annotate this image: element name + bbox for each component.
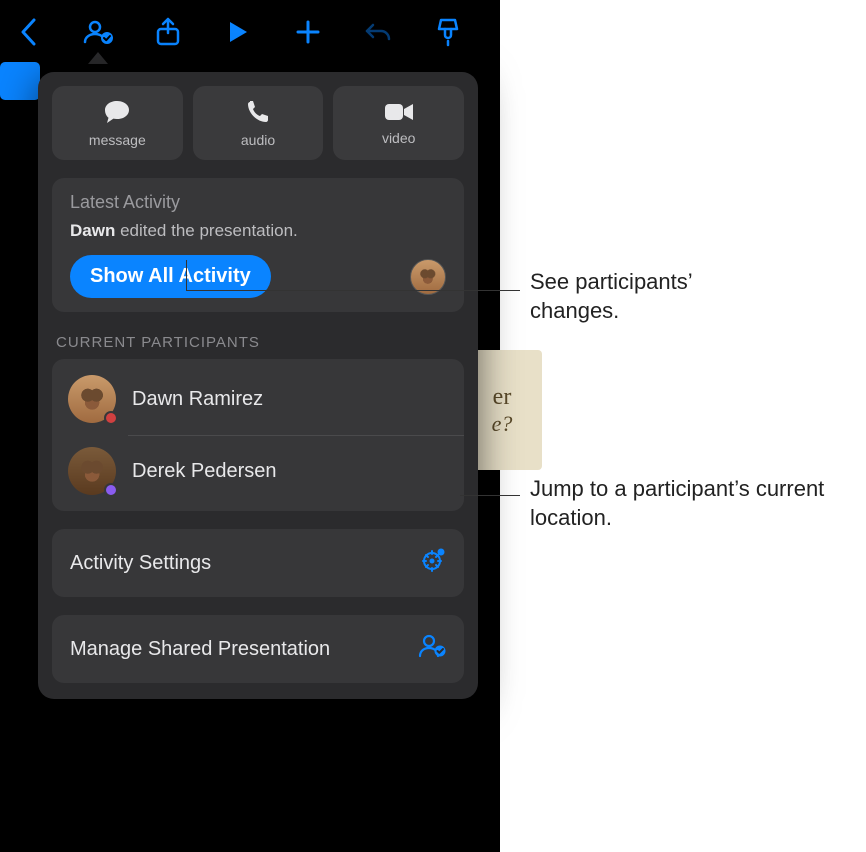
popover-caret (88, 52, 108, 64)
participants-list: Dawn Ramirez Derek Pedersen (52, 359, 464, 511)
latest-activity-section: Latest Activity Dawn edited the presenta… (52, 178, 464, 312)
video-button[interactable]: video (333, 86, 464, 160)
gear-dot-icon (420, 547, 446, 579)
callout-jump-location: Jump to a participant’s current location… (530, 475, 850, 532)
play-button[interactable] (222, 16, 254, 48)
top-toolbar (0, 0, 500, 60)
manage-shared-presentation-button[interactable]: Manage Shared Presentation (52, 615, 464, 683)
callout-leader (186, 290, 520, 291)
callout-leader (186, 260, 187, 290)
message-label: message (89, 132, 146, 148)
sidebar-tab-indicator (0, 62, 40, 100)
format-brush-button[interactable] (432, 16, 464, 48)
participant-name: Derek Pedersen (132, 460, 277, 483)
message-icon (102, 99, 132, 128)
audio-label: audio (241, 132, 275, 148)
collaboration-popover: message audio video Latest Activity Dawn… (38, 72, 478, 699)
share-button[interactable] (152, 16, 184, 48)
audio-button[interactable]: audio (193, 86, 324, 160)
add-button[interactable] (292, 16, 324, 48)
current-participants-header: CURRENT PARTICIPANTS (56, 334, 460, 351)
show-all-activity-button[interactable]: Show All Activity (70, 255, 271, 298)
manage-shared-label: Manage Shared Presentation (70, 638, 330, 661)
video-icon (383, 101, 415, 126)
device-frame: er e? message audio video (0, 0, 500, 852)
activity-settings-button[interactable]: Activity Settings (52, 529, 464, 597)
latest-activity-rest: edited the presentation. (115, 221, 297, 240)
back-button[interactable] (12, 16, 44, 48)
phone-icon (245, 99, 271, 128)
latest-activity-header: Latest Activity (70, 192, 446, 213)
participant-row-derek[interactable]: Derek Pedersen (52, 435, 464, 507)
latest-activity-text: Dawn edited the presentation. (70, 221, 446, 241)
participant-name: Dawn Ramirez (132, 388, 263, 411)
callout-leader (460, 495, 520, 496)
message-button[interactable]: message (52, 86, 183, 160)
presence-indicator (104, 483, 118, 497)
participant-row-dawn[interactable]: Dawn Ramirez (52, 363, 464, 435)
video-label: video (382, 130, 415, 146)
bg-text-1: er (493, 384, 512, 411)
avatar (68, 447, 116, 495)
undo-button[interactable] (362, 16, 394, 48)
collaboration-button[interactable] (82, 16, 114, 48)
callout-see-changes: See participants’ changes. (530, 268, 750, 325)
people-check-icon (418, 633, 446, 665)
presence-indicator (104, 411, 118, 425)
comms-row: message audio video (52, 86, 464, 160)
avatar (68, 375, 116, 423)
activity-settings-label: Activity Settings (70, 552, 211, 575)
bg-text-2: e? (492, 411, 513, 437)
latest-activity-user: Dawn (70, 221, 115, 240)
